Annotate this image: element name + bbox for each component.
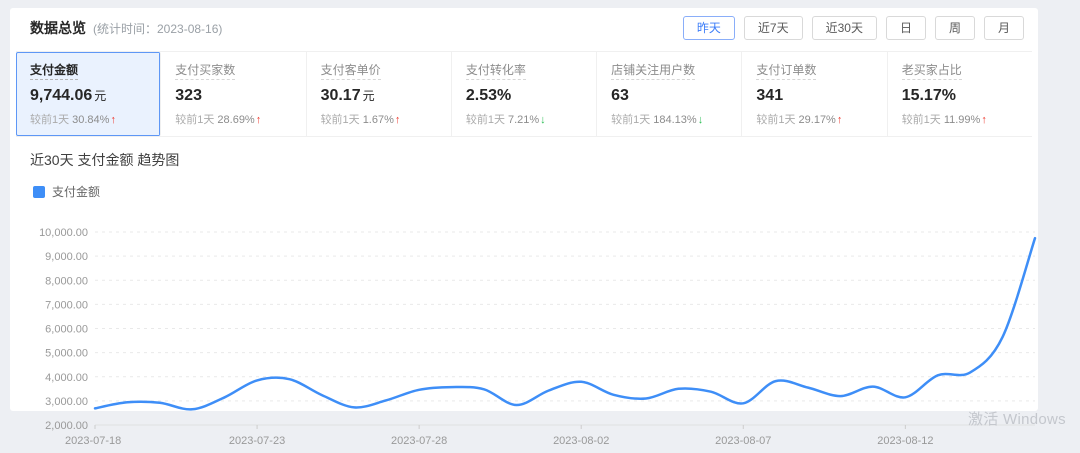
x-axis-tick-label: 2023-08-07 — [715, 435, 771, 447]
data-overview-panel: 数据总览 (统计时间：2023-08-16) 昨天近7天近30天日周月 支付金额… — [10, 8, 1038, 411]
metric-title: 支付金额 — [30, 64, 78, 80]
metric-card-1[interactable]: 支付金额9,744.06元较前1天30.84%↑ — [16, 52, 161, 136]
metric-card-2[interactable]: 支付买家数 323 较前1天28.69%↑ — [161, 52, 306, 136]
y-axis-tick-label: 3,000.00 — [45, 395, 88, 407]
metric-compare: 较前1天1.67%↑ — [321, 111, 445, 127]
change-percent: 11.99% — [944, 114, 981, 126]
x-axis-tick-label: 2023-08-02 — [553, 435, 609, 447]
legend-label: 支付金额 — [52, 183, 100, 200]
compare-label: 较前1天 — [175, 114, 214, 126]
y-axis-tick-label: 4,000.00 — [45, 371, 88, 383]
trend-chart-canvas: 2,000.00 3,000.00 4,000.00 5,000.00 6,000.00… — [30, 208, 1038, 448]
date-range-toolbar: 昨天近7天近30天日周月 — [683, 16, 1024, 40]
metric-title: 店铺关注用户数 — [611, 64, 695, 80]
change-percent: 30.84% — [72, 114, 109, 126]
range-button-1[interactable]: 昨天 — [683, 16, 735, 40]
compare-label: 较前1天 — [611, 114, 650, 126]
metric-value: 9,744.06元 — [30, 87, 154, 105]
windows-activation-watermark: 激活 Windows — [968, 408, 1066, 429]
header-title-group: 数据总览 (统计时间：2023-08-16) — [30, 18, 222, 38]
chart-section: 近30天 支付金额 趋势图 支付金额 2,000.00 3,000.00 4,000… — [10, 137, 1038, 453]
y-axis-tick-label: 9,000.00 — [45, 251, 88, 263]
metric-value: 15.17% — [902, 87, 1026, 105]
x-axis-tick-label: 2023-07-18 — [65, 435, 121, 447]
change-percent: 28.69% — [217, 114, 254, 126]
y-axis-tick-label: 5,000.00 — [45, 347, 88, 359]
metric-value: 341 — [756, 87, 880, 105]
metric-value: 323 — [175, 87, 299, 105]
metric-card-6[interactable]: 支付订单数 341 较前1天 29.17%↑ — [742, 52, 887, 136]
change-percent: 29.17% — [799, 114, 836, 126]
x-axis-tick-label: 2023-07-28 — [391, 435, 447, 447]
legend-swatch-icon — [33, 186, 45, 198]
panel-header: 数据总览 (统计时间：2023-08-16) 昨天近7天近30天日周月 — [10, 8, 1038, 46]
compare-label: 较前1天 — [902, 114, 941, 126]
arrow-up-icon: ↑ — [837, 114, 843, 126]
range-button-2[interactable]: 近7天 — [744, 16, 803, 40]
compare-label: 较前1天 — [466, 114, 505, 126]
metric-unit: 元 — [363, 89, 375, 103]
metric-compare: 较前1天30.84%↑ — [30, 111, 154, 127]
legend-item-payment-amount[interactable]: 支付金额 — [33, 183, 100, 200]
chart-title: 近30天 支付金额 趋势图 — [30, 150, 1038, 170]
x-axis-tick-label: 2023-07-23 — [229, 435, 285, 447]
metric-title: 支付转化率 — [466, 64, 526, 80]
payment-amount-line-series — [95, 238, 1035, 409]
metric-compare: 较前1天7.21%↓ — [466, 111, 590, 127]
y-axis-tick-label: 8,000.00 — [45, 275, 88, 287]
metric-unit: 元 — [94, 89, 106, 103]
compare-label: 较前1天 — [30, 114, 69, 126]
metric-card-5[interactable]: 店铺关注用户数 63 较前1天184.13%↓ — [597, 52, 742, 136]
arrow-up-icon: ↑ — [256, 114, 262, 126]
metric-compare: 较前1天 29.17%↑ — [756, 111, 880, 127]
change-percent: 1.67% — [363, 114, 394, 126]
range-button-4[interactable]: 日 — [886, 16, 926, 40]
arrow-down-icon: ↓ — [698, 114, 704, 126]
metric-title: 支付买家数 — [175, 64, 235, 80]
metric-title: 支付订单数 — [756, 64, 816, 80]
range-button-6[interactable]: 月 — [984, 16, 1024, 40]
metric-title: 老买家占比 — [902, 64, 962, 80]
y-axis-tick-label: 6,000.00 — [45, 323, 88, 335]
metric-title: 支付客单价 — [321, 64, 381, 80]
trend-chart[interactable]: 2,000.00 3,000.00 4,000.00 5,000.00 6,000.00… — [30, 208, 1038, 453]
metric-compare: 较前1天28.69%↑ — [175, 111, 299, 127]
arrow-down-icon: ↓ — [540, 114, 546, 126]
metric-card-4[interactable]: 支付转化率 2.53% 较前1天7.21%↓ — [452, 52, 597, 136]
metric-cards-row: 支付金额9,744.06元较前1天30.84%↑支付买家数323较前1天28.6… — [16, 51, 1032, 137]
page-title: 数据总览 — [30, 18, 86, 38]
metric-card-7[interactable]: 老买家占比 15.17% 较前1天11.99%↑ — [888, 52, 1032, 136]
range-button-3[interactable]: 近30天 — [812, 16, 877, 40]
metric-value: 2.53% — [466, 87, 590, 105]
metric-compare: 较前1天11.99%↑ — [902, 111, 1026, 127]
change-percent: 184.13% — [653, 114, 696, 126]
compare-label: 较前1天 — [756, 114, 795, 126]
compare-label: 较前1天 — [321, 114, 360, 126]
y-axis-tick-label: 10,000.00 — [39, 227, 88, 239]
y-axis-tick-label: 2,000.00 — [45, 420, 88, 432]
y-axis-tick-label: 7,000.00 — [45, 299, 88, 311]
arrow-up-icon: ↑ — [395, 114, 401, 126]
arrow-up-icon: ↑ — [110, 114, 116, 126]
metric-compare: 较前1天184.13%↓ — [611, 111, 735, 127]
arrow-up-icon: ↑ — [981, 114, 987, 126]
metric-value: 63 — [611, 87, 735, 105]
range-button-5[interactable]: 周 — [935, 16, 975, 40]
stat-time-label: (统计时间：2023-08-16) — [93, 20, 222, 37]
change-percent: 7.21% — [508, 114, 539, 126]
x-axis-tick-label: 2023-08-12 — [877, 435, 933, 447]
metric-card-3[interactable]: 支付客单价30.17元较前1天1.67%↑ — [307, 52, 452, 136]
metric-value: 30.17元 — [321, 87, 445, 105]
